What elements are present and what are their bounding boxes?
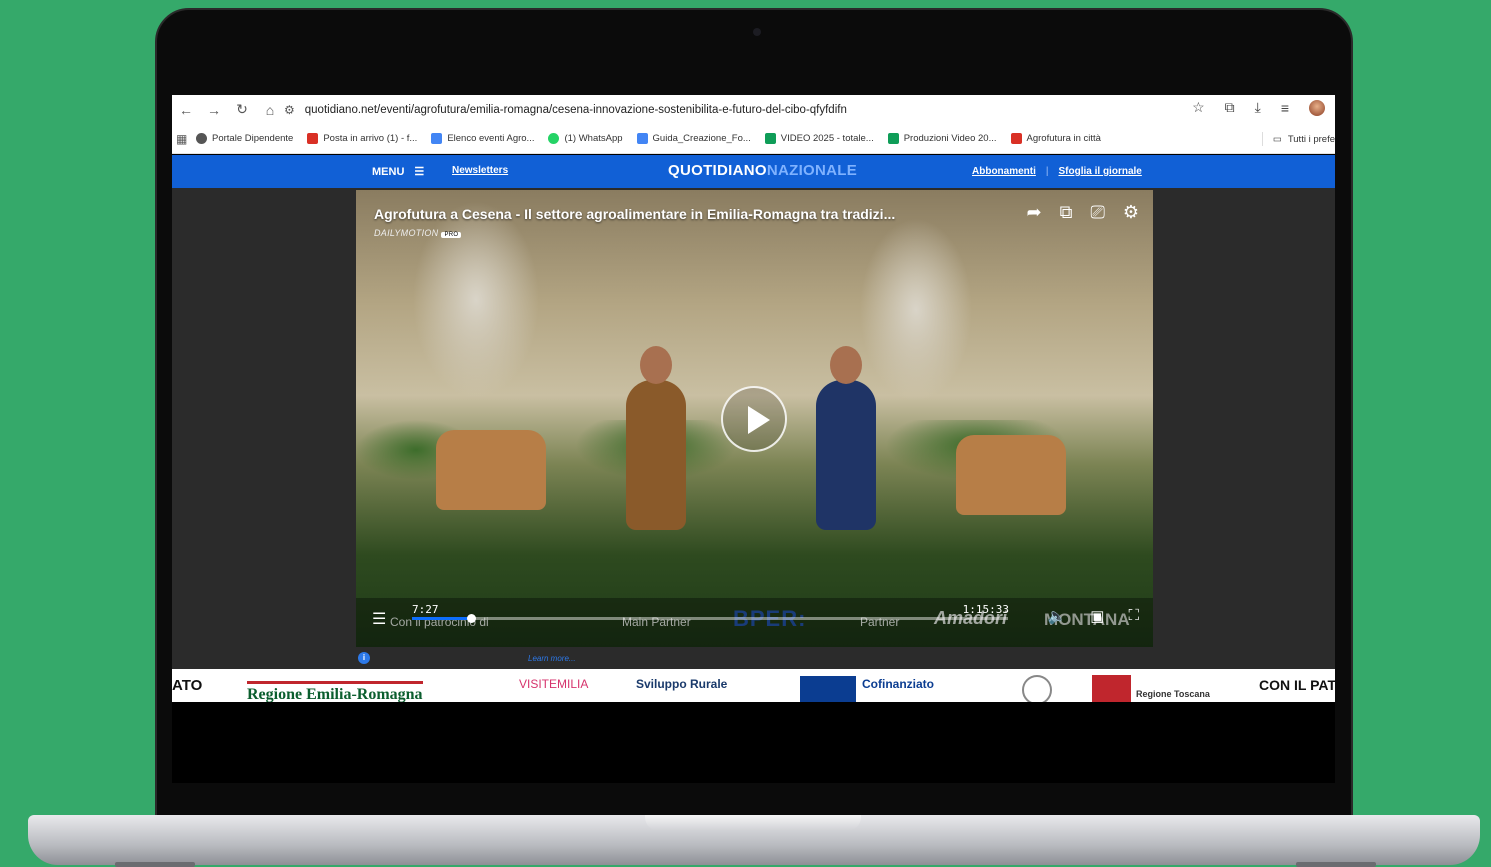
bookmarks-bar: ▦ Portale Dipendente Posta in arrivo (1)… (172, 124, 1335, 154)
video-title: Agrofutura a Cesena - Il settore agroali… (374, 206, 896, 222)
media-controls-icon[interactable]: ≡ (1281, 100, 1289, 116)
hamburger-icon: ☰ (414, 166, 425, 178)
learn-more-link[interactable]: Learn more... (528, 654, 576, 663)
newspaper-link[interactable]: Sfoglia il giornale (1059, 166, 1142, 177)
laptop-foot (115, 862, 195, 867)
sponsor-logo: ATO (172, 677, 203, 694)
bookmark-item[interactable]: Agrofutura in città (1010, 133, 1101, 144)
sponsor-logo: CON IL PAT (1259, 677, 1335, 693)
all-bookmarks-folder[interactable]: ▭ Tutti i prefe (1261, 132, 1335, 146)
share-icon[interactable]: ➦ (1027, 202, 1042, 223)
chapters-list-icon[interactable]: ☰ (372, 609, 386, 629)
whatsapp-icon (548, 133, 560, 144)
sponsor-logos-row: ATO Regione Emilia-Romagna VISITEMILIA S… (172, 669, 1335, 702)
laptop-notch (645, 815, 861, 831)
download-icon[interactable]: ⤓ (1255, 99, 1261, 116)
sponsor-logo: Regione Toscana (1136, 689, 1210, 699)
video-scene-speaker (816, 346, 876, 530)
video-scene-chair (956, 435, 1066, 515)
address-bar[interactable]: ⚙ quotidiano.net/eventi/agrofutura/emili… (284, 99, 1204, 120)
play-button[interactable] (721, 386, 787, 452)
bookmark-item[interactable]: Produzioni Video 20... (887, 133, 997, 144)
webcam (753, 28, 761, 36)
extensions-icon[interactable]: ⧉ (1225, 99, 1235, 116)
sponsor-logo: Regione Emilia-Romagna (247, 681, 423, 702)
sponsor-logo: VISITEMILIA (519, 677, 589, 691)
subtitles-icon[interactable]: ▣ (1090, 607, 1104, 625)
eu-flag-icon (800, 676, 856, 702)
laptop-foot (1296, 862, 1376, 867)
fullscreen-icon[interactable]: ⛶ (1128, 607, 1139, 625)
total-time: 1:15:33 (962, 603, 1009, 616)
sheets-icon (887, 133, 899, 144)
italian-emblem-icon (1022, 675, 1052, 702)
bookmark-star-icon[interactable]: ☆ (1192, 99, 1205, 116)
bookmark-item[interactable]: (1) WhatsApp (548, 133, 623, 144)
bookmark-item[interactable]: VIDEO 2025 - totale... (764, 133, 874, 144)
sheets-icon (764, 133, 776, 144)
globe-icon (196, 133, 207, 144)
menu-button[interactable]: MENU ☰ (372, 165, 425, 179)
picture-in-picture-icon[interactable]: ⧉ (1060, 202, 1073, 223)
newsletters-link[interactable]: Newsletters (452, 165, 508, 176)
subscriptions-link[interactable]: Abbonamenti (972, 166, 1036, 177)
sponsor-logo: Cofinanziato (862, 677, 934, 691)
gmail-icon (307, 133, 319, 144)
apps-grid-icon[interactable]: ▦ (176, 132, 190, 146)
sponsor-logo: Sviluppo Rurale (636, 677, 728, 691)
url-text: quotidiano.net/eventi/agrofutura/emilia-… (304, 103, 847, 116)
reload-icon[interactable]: ↻ (228, 101, 256, 118)
progress-scrubber[interactable] (467, 614, 476, 623)
current-time: 7:27 (412, 603, 439, 616)
folder-icon: ▭ (1272, 133, 1282, 145)
dailymotion-logo: DAILYMOTION PRO (374, 228, 462, 238)
site-info-icon[interactable]: ⚙ (284, 103, 295, 117)
video-scene-chair (436, 430, 546, 510)
home-icon[interactable]: ⌂ (256, 102, 284, 118)
toscana-flag-icon (1092, 675, 1131, 702)
site-logo[interactable]: QUOTIDIANONAZIONALE (668, 162, 857, 179)
bookmark-item[interactable]: Elenco eventi Agro... (431, 133, 534, 144)
info-icon[interactable]: i (358, 652, 370, 664)
docs-icon (431, 133, 443, 144)
profile-avatar[interactable] (1309, 99, 1325, 116)
settings-gear-icon[interactable]: ⚙ (1123, 202, 1139, 223)
bookmark-item[interactable]: Portale Dipendente (196, 133, 293, 144)
site-header: MENU ☰ Newsletters QUOTIDIANONAZIONALE A… (172, 155, 1335, 188)
volume-icon[interactable]: 🔈 (1048, 607, 1067, 625)
laptop-screen: ← → ↻ ⌂ ⚙ quotidiano.net/eventi/agrofutu… (172, 95, 1335, 783)
maps-pin-icon (1010, 133, 1022, 144)
video-player[interactable]: Agrofutura a Cesena - Il settore agroali… (356, 190, 1153, 647)
progress-fill (412, 617, 471, 620)
browser-toolbar: ← → ↻ ⌂ ⚙ quotidiano.net/eventi/agrofutu… (172, 95, 1335, 124)
forward-arrow-icon[interactable]: → (200, 102, 228, 118)
video-scene-speaker (626, 346, 686, 530)
docs-icon (636, 133, 648, 144)
back-arrow-icon[interactable]: ← (172, 102, 200, 118)
progress-bar[interactable] (412, 614, 1008, 623)
divider: | (1045, 166, 1049, 177)
cast-icon[interactable]: ⎚ (1090, 202, 1104, 223)
screen-bottom-area (172, 702, 1335, 783)
ad-info-row: i Learn more... (358, 652, 576, 664)
bookmark-item[interactable]: Posta in arrivo (1) - f... (307, 133, 417, 144)
bookmark-item[interactable]: Guida_Creazione_Fo... (636, 133, 751, 144)
